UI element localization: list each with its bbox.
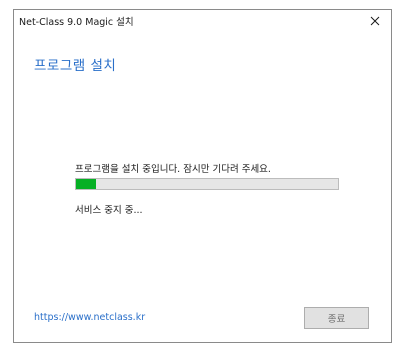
install-status-text: 프로그램을 설치 중입니다. 잠시만 기다려 주세요.: [75, 164, 271, 175]
website-link[interactable]: https://www.netclass.kr: [34, 312, 145, 323]
finish-button[interactable]: 종료: [304, 307, 369, 329]
installer-window: Net-Class 9.0 Magic 설치 프로그램 설치 프로그램을 설치 …: [13, 9, 392, 343]
progress-fill: [76, 179, 96, 189]
close-icon: [370, 16, 380, 26]
title-bar: Net-Class 9.0 Magic 설치: [14, 10, 391, 32]
close-button[interactable]: [359, 10, 391, 32]
step-status-text: 서비스 중지 중...: [75, 205, 143, 216]
page-heading: 프로그램 설치: [34, 58, 117, 74]
window-title: Net-Class 9.0 Magic 설치: [19, 17, 134, 28]
install-progress-bar: [75, 178, 339, 190]
